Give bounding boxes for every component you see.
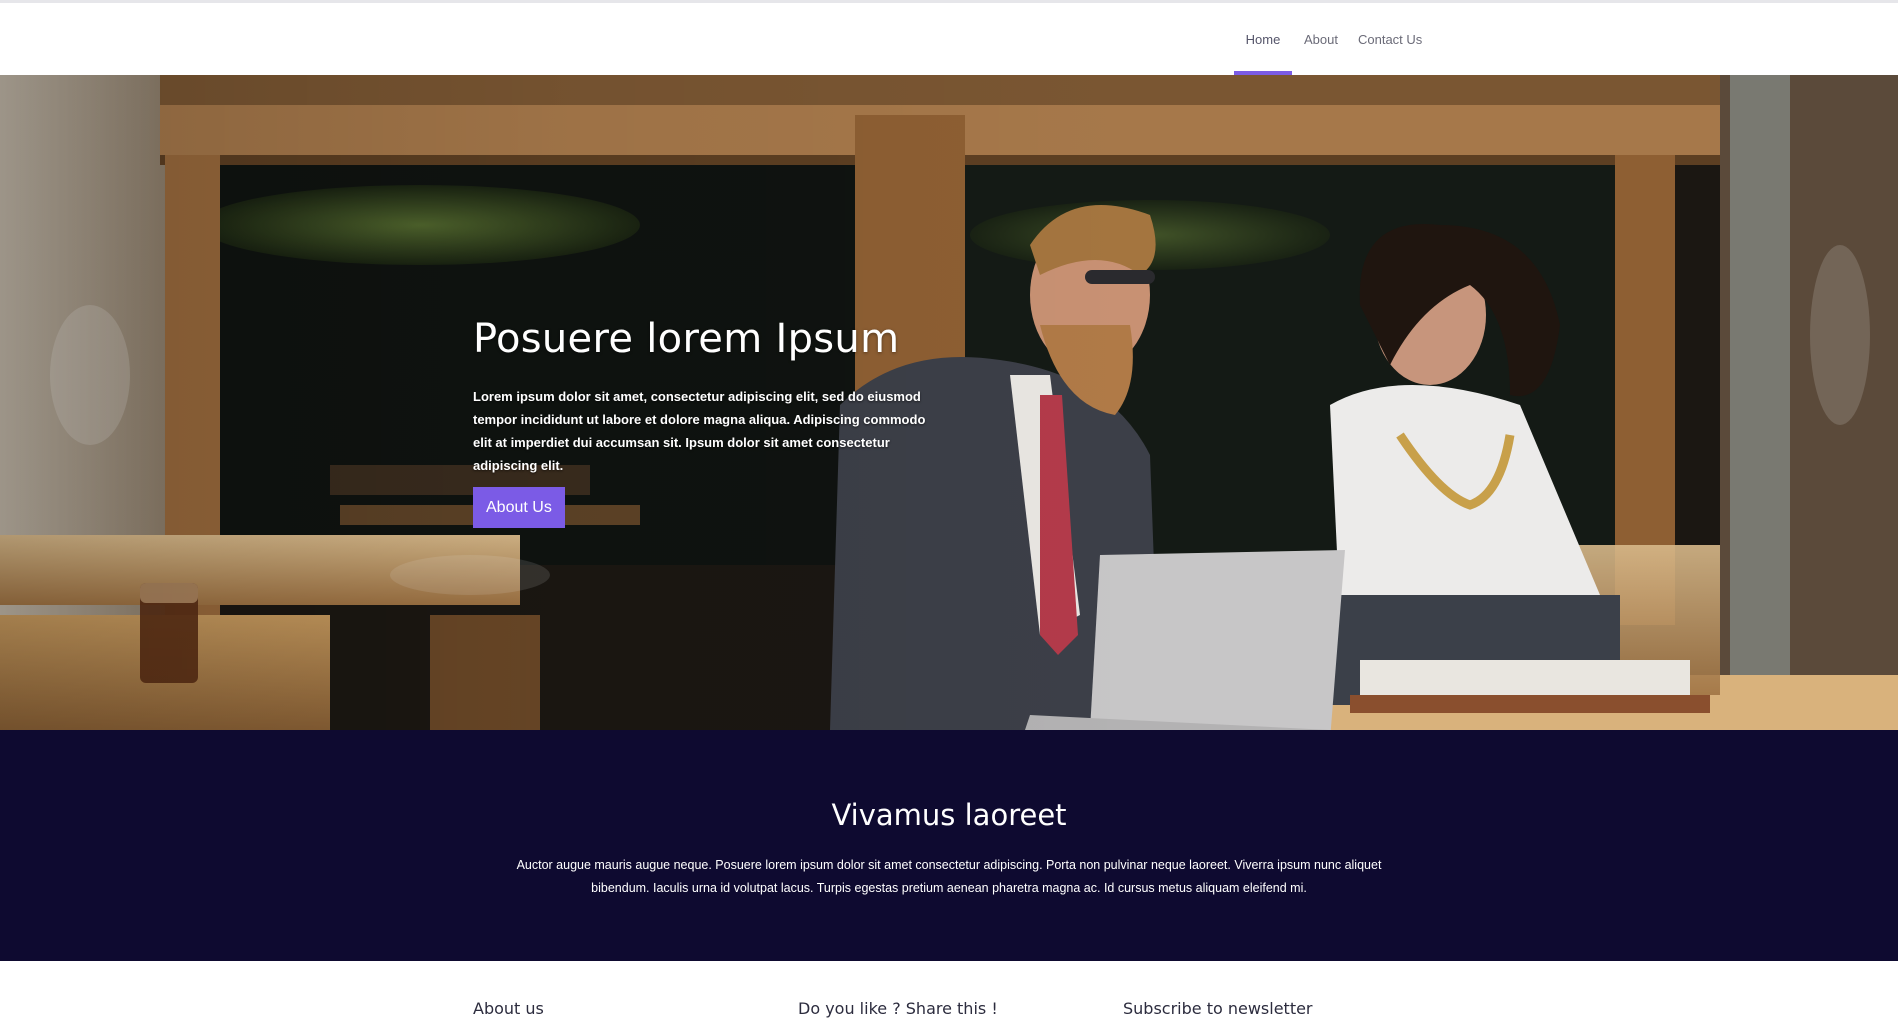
nav-item-label: Home bbox=[1245, 31, 1281, 47]
about-us-button[interactable]: About Us bbox=[473, 487, 565, 528]
nav-item-contact[interactable]: Contact Us bbox=[1354, 3, 1426, 75]
nav-item-home[interactable]: Home bbox=[1234, 3, 1292, 75]
section-text: Auctor augue mauris augue neque. Posuere… bbox=[516, 858, 1382, 895]
footer-heading-about: About us bbox=[473, 999, 544, 1018]
nav-item-about[interactable]: About bbox=[1300, 3, 1342, 75]
hero-content: Posuere lorem Ipsum Lorem ipsum dolor si… bbox=[473, 317, 943, 528]
nav-item-label: Contact Us bbox=[1357, 31, 1423, 47]
intro-section: Vivamus laoreet Auctor augue mauris augu… bbox=[0, 730, 1898, 961]
hero-section: Posuere lorem Ipsum Lorem ipsum dolor si… bbox=[0, 75, 1898, 730]
footer-heading-share: Do you like ? Share this ! bbox=[798, 999, 998, 1018]
hero-overlay bbox=[0, 75, 1898, 730]
nav-item-label: About bbox=[1304, 31, 1338, 47]
footer-heading-newsletter: Subscribe to newsletter bbox=[1123, 999, 1313, 1018]
section-title: Vivamus laoreet bbox=[831, 798, 1067, 832]
hero-title: Posuere lorem Ipsum bbox=[473, 316, 900, 362]
site-header: Home About Contact Us bbox=[0, 3, 1898, 75]
hero-description: Lorem ipsum dolor sit amet, consectetur … bbox=[473, 389, 926, 473]
landing-page: Home About Contact Us Posuere lorem Ipsu… bbox=[0, 0, 1898, 1018]
site-footer: About us Do you like ? Share this ! Subs… bbox=[0, 961, 1898, 1018]
main-nav: Home About Contact Us bbox=[1234, 3, 1426, 75]
